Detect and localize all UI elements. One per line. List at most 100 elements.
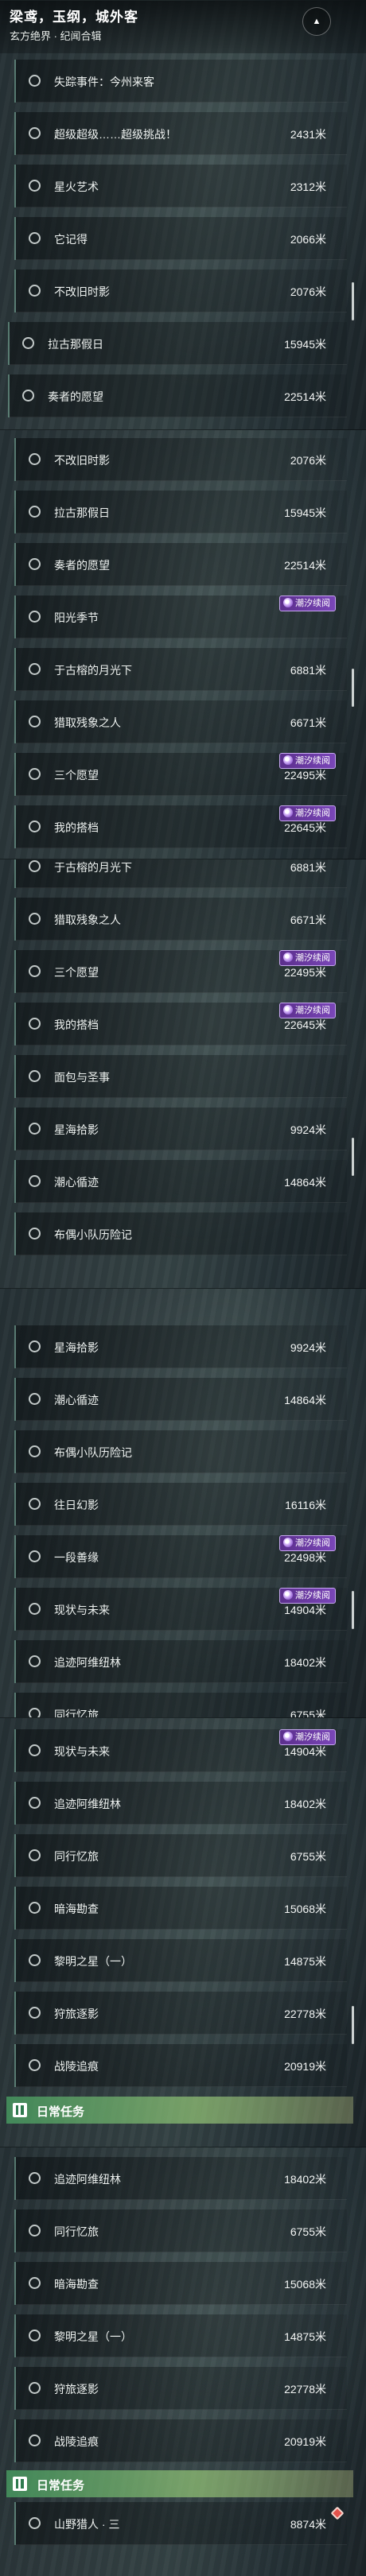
quest-row[interactable]: 星火艺术 2312米 xyxy=(14,165,347,208)
quest-row[interactable]: 同行忆旅 6755米 xyxy=(14,1693,347,1717)
header-title: 梁鸢，玉纲，城外客 xyxy=(10,10,138,25)
quest-name: 追迹阿维纽林 xyxy=(54,1798,121,1810)
daily-tasks-header[interactable]: 日常任务 xyxy=(6,2097,353,2124)
scrollbar-thumb[interactable] xyxy=(352,282,354,320)
scrollbar-thumb[interactable] xyxy=(352,669,354,707)
quest-row[interactable]: 暗海勘查 15068米 xyxy=(14,2262,347,2305)
quest-row[interactable]: 追迹阿维纽林 18402米 xyxy=(14,2157,347,2200)
circle-marker-icon xyxy=(29,1340,41,1352)
quest-row[interactable]: 潮汐续阅 三个愿望 22495米 xyxy=(14,950,347,993)
quest-name: 于古榕的月光下 xyxy=(54,664,132,677)
quest-name: 潮心循迹 xyxy=(54,1176,99,1189)
quest-row[interactable]: 同行忆旅 6755米 xyxy=(14,1834,347,1877)
quest-row[interactable]: 狩旅逐影 22778米 xyxy=(14,2367,347,2410)
quest-name: 黎明之星（一） xyxy=(54,2330,132,2343)
quest-header: 梁鸢，玉纲，城外客 玄方绝界 · 纪闻合辑 ▲ xyxy=(0,1,366,53)
quest-row[interactable]: 拉古那假日 15945米 xyxy=(8,322,347,365)
quest-distance: 2076米 xyxy=(290,285,326,298)
continue-reading-badge: 潮汐续阅 xyxy=(279,596,336,611)
quest-distance: 22495米 xyxy=(284,769,326,782)
quest-row[interactable]: 奏者的愿望 22514米 xyxy=(8,374,347,417)
quest-row[interactable]: 潮汐续阅 我的搭档 22645米 xyxy=(14,1003,347,1046)
quest-name: 同行忆旅 xyxy=(54,2225,99,2238)
quest-name: 暗海勘查 xyxy=(54,1903,99,1915)
continue-reading-badge: 潮汐续阅 xyxy=(279,1729,336,1745)
circle-marker-icon xyxy=(29,821,41,832)
quest-name: 面包与圣事 xyxy=(54,1071,110,1084)
quest-row[interactable]: 不改旧时影 2076米 xyxy=(14,438,347,481)
quest-row[interactable]: 潮汐续阅 我的搭档 22645米 xyxy=(14,805,347,848)
quest-row[interactable]: 不改旧时影 2076米 xyxy=(14,270,347,312)
quest-name: 猎取残象之人 xyxy=(54,716,121,729)
scrollbar-thumb[interactable] xyxy=(352,1591,354,1629)
circle-marker-icon xyxy=(29,1070,41,1082)
quest-row[interactable]: 星海拾影 9924米 xyxy=(14,1325,347,1368)
daily-task-row[interactable]: 山野猎人 · 三 8874米 xyxy=(14,2502,347,2545)
quest-row[interactable]: 潮汐续阅 三个愿望 22495米 xyxy=(14,753,347,796)
circle-marker-icon xyxy=(29,965,41,977)
quest-row[interactable]: 同行忆旅 6755米 xyxy=(14,2209,347,2252)
quest-row[interactable]: 追迹阿维纽林 18402米 xyxy=(14,1640,347,1683)
quest-distance: 20919米 xyxy=(284,2435,326,2448)
quest-name: 狩旅逐影 xyxy=(54,2008,99,2020)
quest-distance: 2312米 xyxy=(290,180,326,193)
quest-row[interactable]: 战陵追痕 20919米 xyxy=(14,2419,347,2462)
quest-panel-3: 于古榕的月光下 6881米 猎取残象之人 6671米 潮汐续阅 三个愿望 224… xyxy=(0,859,366,1288)
scrollbar-thumb[interactable] xyxy=(352,2006,354,2044)
quest-distance: 6881米 xyxy=(290,664,326,677)
quest-row[interactable]: 黎明之星（一） 14875米 xyxy=(14,1939,347,1982)
circle-marker-icon xyxy=(29,2172,41,2184)
quest-row[interactable]: 星海拾影 9924米 xyxy=(14,1108,347,1150)
quest-row[interactable]: 于古榕的月光下 6881米 xyxy=(14,648,347,691)
continue-reading-badge: 潮汐续阅 xyxy=(279,1535,336,1551)
quest-row[interactable]: 往日幻影 16116米 xyxy=(14,1483,347,1526)
quest-row[interactable]: 布偶小队历险记 xyxy=(14,1430,347,1473)
continue-reading-badge: 潮汐续阅 xyxy=(279,805,336,821)
chevron-up-icon: ▲ xyxy=(312,17,321,26)
quest-distance: 14875米 xyxy=(284,2330,326,2343)
circle-marker-icon xyxy=(29,506,41,518)
quest-row[interactable]: 追迹阿维纽林 18402米 xyxy=(14,1782,347,1825)
quest-distance: 14864米 xyxy=(284,1394,326,1406)
circle-marker-icon xyxy=(29,2225,41,2237)
quest-row[interactable]: 潮汐续阅 一段善缘 22498米 xyxy=(14,1535,347,1578)
quest-row[interactable]: 于古榕的月光下 6881米 xyxy=(14,859,347,888)
quest-row[interactable]: 它记得 2066米 xyxy=(14,217,347,260)
circle-marker-icon xyxy=(29,1655,41,1667)
quest-name: 追迹阿维纽林 xyxy=(54,1656,121,1669)
quest-name: 三个愿望 xyxy=(54,966,99,979)
quest-row[interactable]: 布偶小队历险记 xyxy=(14,1212,347,1255)
quest-row[interactable]: 潮心循迹 14864米 xyxy=(14,1160,347,1203)
scrollbar-thumb[interactable] xyxy=(352,1138,354,1176)
quest-distance: 22645米 xyxy=(284,821,326,834)
quest-row[interactable]: 奏者的愿望 22514米 xyxy=(14,543,347,586)
quest-name: 现状与未来 xyxy=(54,1745,110,1758)
circle-marker-icon xyxy=(29,75,41,87)
quest-row[interactable]: 狩旅逐影 22778米 xyxy=(14,1992,347,2035)
quest-name: 失踪事件：今州来客 xyxy=(54,76,154,88)
quest-row[interactable]: 面包与圣事 xyxy=(14,1055,347,1098)
circle-marker-icon xyxy=(29,285,41,297)
badge-label: 潮汐续阅 xyxy=(295,809,330,818)
quest-distance: 9924米 xyxy=(290,1123,326,1136)
quest-name: 星海拾影 xyxy=(54,1341,99,1354)
collapse-button[interactable]: ▲ xyxy=(302,7,331,36)
quest-row[interactable]: 暗海勘查 15068米 xyxy=(14,1887,347,1930)
quest-row[interactable]: 战陵追痕 20919米 xyxy=(14,2044,347,2087)
quest-row[interactable]: 潮汐续阅 现状与未来 14904米 xyxy=(14,1588,347,1631)
quest-row[interactable]: 超级超级……超级挑战！ 2431米 xyxy=(14,112,347,155)
daily-tasks-header[interactable]: 日常任务 xyxy=(6,2470,353,2497)
badge-label: 潮汐续阅 xyxy=(295,599,330,608)
quest-row[interactable]: 失踪事件：今州来客 xyxy=(14,60,347,103)
quest-name: 不改旧时影 xyxy=(54,285,110,298)
quest-row[interactable]: 潮汐续阅 阳光季节 xyxy=(14,596,347,638)
quest-row[interactable]: 潮心循迹 14864米 xyxy=(14,1378,347,1421)
quest-row[interactable]: 拉古那假日 15945米 xyxy=(14,491,347,533)
quest-row[interactable]: 黎明之星（一） 14875米 xyxy=(14,2314,347,2357)
quest-name: 布偶小队历险记 xyxy=(54,1228,132,1241)
circle-marker-icon xyxy=(29,913,41,925)
quest-row[interactable]: 猎取残象之人 6671米 xyxy=(14,700,347,743)
quest-row[interactable]: 潮汐续阅 现状与未来 14904米 xyxy=(14,1729,347,1772)
circle-marker-icon xyxy=(29,1902,41,1914)
quest-row[interactable]: 猎取残象之人 6671米 xyxy=(14,898,347,941)
